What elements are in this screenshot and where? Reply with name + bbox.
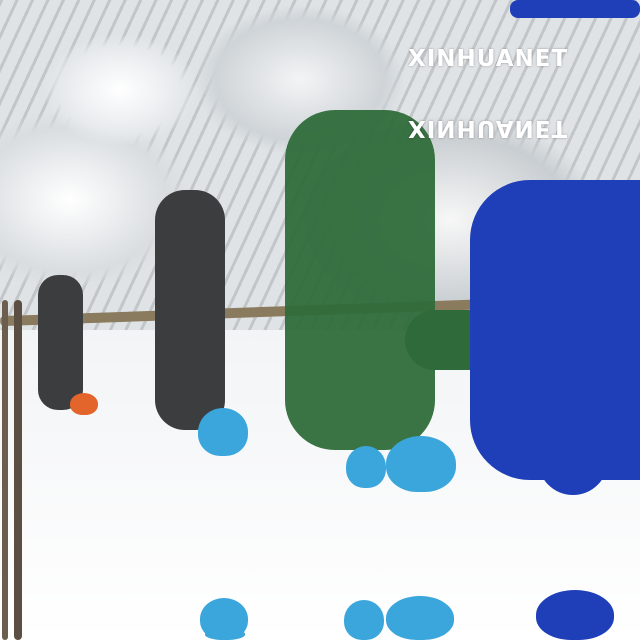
blue-helmet-grey-worker <box>198 408 248 456</box>
reflection-helmet-3 <box>205 628 245 640</box>
watermark-text: XINHUANET <box>408 46 569 72</box>
reflection-blue-jacket <box>536 590 614 640</box>
orange-helmet <box>70 393 98 415</box>
fence-post-2 <box>2 300 8 640</box>
worker-blue-top <box>490 0 640 40</box>
reflection-helmet-1 <box>344 600 384 640</box>
fence-post-1 <box>14 300 22 640</box>
watermark-mirrored-text: XINHUANET <box>408 115 569 141</box>
blue-helmet-green-worker-1 <box>346 446 386 488</box>
worker-blue <box>470 180 640 500</box>
blue-helmet-green-worker-2 <box>386 436 456 492</box>
worker-far-left <box>28 275 98 425</box>
photo-scene: XINHUANET XINHUANET <box>0 0 640 640</box>
reflection-helmet-2 <box>386 596 454 640</box>
